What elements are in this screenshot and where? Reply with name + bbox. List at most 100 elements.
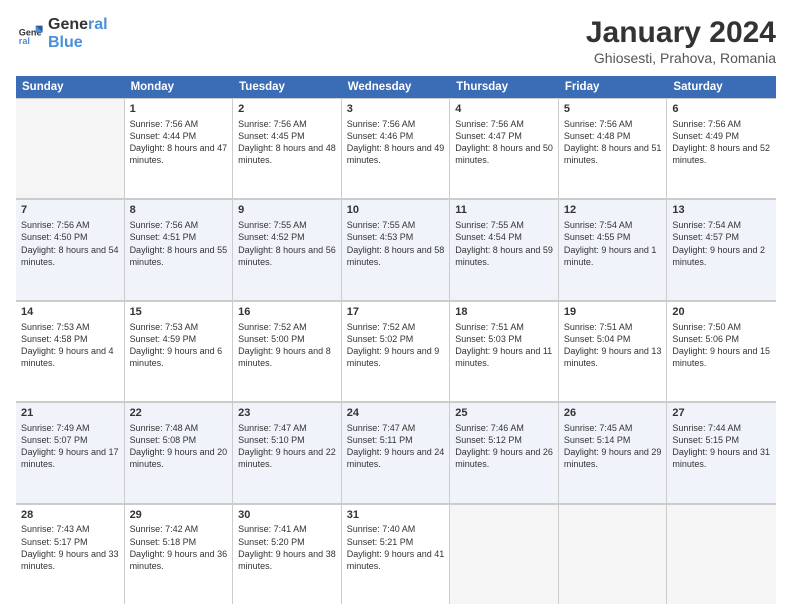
day-number: 26 (564, 406, 662, 421)
day-number: 10 (347, 203, 445, 218)
header: Gene ral General Blue January 2024 Ghios… (16, 16, 776, 66)
calendar-week-row: 1 Sunrise: 7:56 AMSunset: 4:44 PMDaylight… (16, 98, 776, 199)
day-info: Sunrise: 7:44 AMSunset: 5:15 PMDaylight:… (672, 423, 770, 469)
calendar-cell: 24 Sunrise: 7:47 AMSunset: 5:11 PMDayligh… (342, 402, 451, 502)
day-info: Sunrise: 7:41 AMSunset: 5:20 PMDaylight:… (238, 524, 336, 570)
day-info: Sunrise: 7:48 AMSunset: 5:08 PMDaylight:… (130, 423, 228, 469)
calendar-cell: 29Sunrise: 7:42 AMSunset: 5:18 PMDayligh… (125, 504, 234, 604)
day-number: 4 (455, 102, 553, 117)
calendar-cell: 21Sunrise: 7:49 AMSunset: 5:07 PMDayligh… (16, 402, 125, 502)
logo: Gene ral General Blue (16, 16, 108, 51)
day-info: Sunrise: 7:45 AMSunset: 5:14 PMDaylight:… (564, 423, 662, 469)
calendar-cell: 26 Sunrise: 7:45 AMSunset: 5:14 PMDayligh… (559, 402, 668, 502)
calendar-title: January 2024 (586, 16, 776, 50)
day-info: Sunrise: 7:55 AMSunset: 4:52 PMDaylight:… (238, 220, 336, 266)
day-number: 24 (347, 406, 445, 421)
day-number: 25 (455, 406, 553, 421)
day-number: 17 (347, 305, 445, 320)
day-info: Sunrise: 7:56 AMSunset: 4:51 PMDaylight:… (130, 220, 228, 266)
day-info: Sunrise: 7:54 AMSunset: 4:57 PMDaylight:… (672, 220, 765, 266)
weekday-header-monday: Monday (125, 76, 234, 98)
calendar-subtitle: Ghiosesti, Prahova, Romania (586, 50, 776, 66)
day-number: 27 (672, 406, 771, 421)
calendar-cell: 5Sunrise: 7:56 AMSunset: 4:48 PMDaylight… (559, 98, 668, 198)
calendar-cell: 2 Sunrise: 7:56 AMSunset: 4:45 PMDaylight… (233, 98, 342, 198)
day-number: 3 (347, 102, 445, 117)
day-info: Sunrise: 7:55 AMSunset: 4:54 PMDaylight:… (455, 220, 553, 266)
calendar-cell: 6Sunrise: 7:56 AMSunset: 4:49 PMDaylight… (667, 98, 776, 198)
calendar-body: 1 Sunrise: 7:56 AMSunset: 4:44 PMDaylight… (16, 98, 776, 604)
day-number: 7 (21, 203, 119, 218)
day-number: 12 (564, 203, 662, 218)
day-number: 15 (130, 305, 228, 320)
calendar-cell: 17 Sunrise: 7:52 AMSunset: 5:02 PMDayligh… (342, 301, 451, 401)
day-number: 8 (130, 203, 228, 218)
weekday-header-saturday: Saturday (667, 76, 776, 98)
day-number: 14 (21, 305, 119, 320)
calendar-header: SundayMondayTuesdayWednesdayThursdayFrid… (16, 76, 776, 98)
day-number: 28 (21, 508, 119, 523)
day-info: Sunrise: 7:42 AMSunset: 5:18 PMDaylight:… (130, 524, 228, 570)
calendar-cell (450, 504, 559, 604)
calendar-cell: 14 Sunrise: 7:53 AMSunset: 4:58 PMDayligh… (16, 301, 125, 401)
day-info: Sunrise: 7:56 AMSunset: 4:45 PMDaylight:… (238, 119, 336, 165)
day-info: Sunrise: 7:54 AMSunset: 4:55 PMDaylight:… (564, 220, 657, 266)
day-info: Sunrise: 7:56 AMSunset: 4:50 PMDaylight:… (21, 220, 119, 266)
day-number: 6 (672, 102, 771, 117)
day-info: Sunrise: 7:56 AMSunset: 4:44 PMDaylight:… (130, 119, 228, 165)
day-number: 31 (347, 508, 445, 523)
day-info: Sunrise: 7:56 AMSunset: 4:46 PMDaylight:… (347, 119, 445, 165)
calendar-cell: 19Sunrise: 7:51 AMSunset: 5:04 PMDayligh… (559, 301, 668, 401)
day-number: 20 (672, 305, 771, 320)
calendar-week-row: 28Sunrise: 7:43 AMSunset: 5:17 PMDayligh… (16, 504, 776, 604)
calendar-cell: 1 Sunrise: 7:56 AMSunset: 4:44 PMDaylight… (125, 98, 234, 198)
calendar-cell: 23 Sunrise: 7:47 AMSunset: 5:10 PMDayligh… (233, 402, 342, 502)
day-info: Sunrise: 7:53 AMSunset: 4:59 PMDaylight:… (130, 322, 223, 368)
calendar-cell: 7 Sunrise: 7:56 AMSunset: 4:50 PMDaylight… (16, 199, 125, 299)
day-info: Sunrise: 7:53 AMSunset: 4:58 PMDaylight:… (21, 322, 114, 368)
calendar-cell: 18Sunrise: 7:51 AMSunset: 5:03 PMDayligh… (450, 301, 559, 401)
day-info: Sunrise: 7:47 AMSunset: 5:11 PMDaylight:… (347, 423, 445, 469)
day-number: 9 (238, 203, 336, 218)
calendar-cell: 8 Sunrise: 7:56 AMSunset: 4:51 PMDaylight… (125, 199, 234, 299)
calendar-cell: 22 Sunrise: 7:48 AMSunset: 5:08 PMDayligh… (125, 402, 234, 502)
day-info: Sunrise: 7:43 AMSunset: 5:17 PMDaylight:… (21, 524, 119, 570)
day-info: Sunrise: 7:47 AMSunset: 5:10 PMDaylight:… (238, 423, 336, 469)
calendar-cell: 27 Sunrise: 7:44 AMSunset: 5:15 PMDayligh… (667, 402, 776, 502)
day-number: 1 (130, 102, 228, 117)
calendar-cell: 12 Sunrise: 7:54 AMSunset: 4:55 PMDayligh… (559, 199, 668, 299)
day-info: Sunrise: 7:50 AMSunset: 5:06 PMDaylight:… (672, 322, 770, 368)
day-number: 19 (564, 305, 662, 320)
calendar-cell: 16 Sunrise: 7:52 AMSunset: 5:00 PMDayligh… (233, 301, 342, 401)
day-number: 18 (455, 305, 553, 320)
weekday-header-sunday: Sunday (16, 76, 125, 98)
day-info: Sunrise: 7:56 AMSunset: 4:48 PMDaylight:… (564, 119, 662, 165)
calendar-cell: 15 Sunrise: 7:53 AMSunset: 4:59 PMDayligh… (125, 301, 234, 401)
calendar-cell: 4 Sunrise: 7:56 AMSunset: 4:47 PMDaylight… (450, 98, 559, 198)
calendar-cell (667, 504, 776, 604)
calendar-week-row: 14 Sunrise: 7:53 AMSunset: 4:58 PMDayligh… (16, 301, 776, 402)
day-number: 16 (238, 305, 336, 320)
day-number: 2 (238, 102, 336, 117)
weekday-header-thursday: Thursday (450, 76, 559, 98)
day-number: 29 (130, 508, 228, 523)
title-block: January 2024 Ghiosesti, Prahova, Romania (586, 16, 776, 66)
calendar-cell: 3 Sunrise: 7:56 AMSunset: 4:46 PMDaylight… (342, 98, 451, 198)
day-number: 13 (672, 203, 771, 218)
calendar-cell: 31Sunrise: 7:40 AMSunset: 5:21 PMDayligh… (342, 504, 451, 604)
calendar-cell: 25Sunrise: 7:46 AMSunset: 5:12 PMDayligh… (450, 402, 559, 502)
weekday-header-wednesday: Wednesday (342, 76, 451, 98)
day-info: Sunrise: 7:52 AMSunset: 5:02 PMDaylight:… (347, 322, 440, 368)
calendar-cell (559, 504, 668, 604)
day-number: 22 (130, 406, 228, 421)
day-info: Sunrise: 7:55 AMSunset: 4:53 PMDaylight:… (347, 220, 445, 266)
weekday-header-tuesday: Tuesday (233, 76, 342, 98)
day-info: Sunrise: 7:56 AMSunset: 4:47 PMDaylight:… (455, 119, 553, 165)
logo-text: General Blue (48, 16, 108, 51)
day-info: Sunrise: 7:52 AMSunset: 5:00 PMDaylight:… (238, 322, 331, 368)
calendar-cell (16, 98, 125, 198)
day-number: 11 (455, 203, 553, 218)
calendar-cell: 11 Sunrise: 7:55 AMSunset: 4:54 PMDayligh… (450, 199, 559, 299)
calendar-cell: 13 Sunrise: 7:54 AMSunset: 4:57 PMDayligh… (667, 199, 776, 299)
day-number: 23 (238, 406, 336, 421)
